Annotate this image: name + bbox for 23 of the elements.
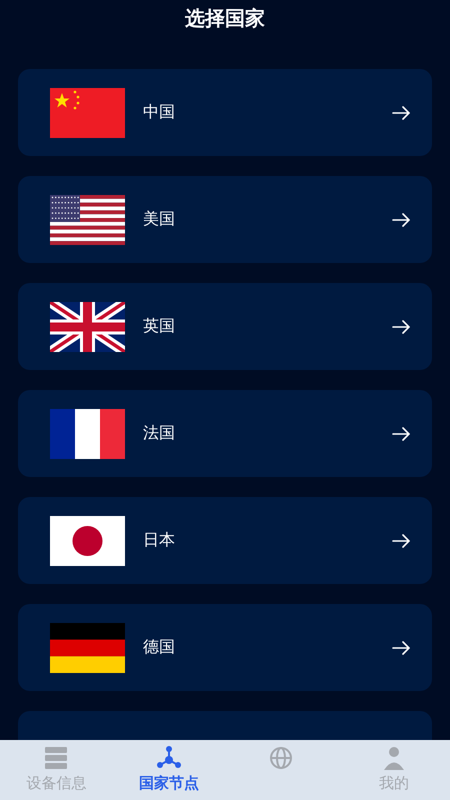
country-item[interactable]: 英国 [18, 283, 432, 370]
flag-icon [50, 408, 125, 458]
arrow-icon [392, 106, 410, 120]
tab[interactable]: 国家节点 [112, 740, 225, 800]
arrow-icon [392, 534, 410, 548]
page-title: 选择国家 [184, 5, 266, 32]
arrow-icon [392, 640, 410, 654]
flag-icon [50, 302, 125, 352]
country-item[interactable]: 法国 [18, 390, 432, 477]
country-item[interactable]: 美国 [18, 176, 432, 263]
flag-icon [50, 88, 125, 138]
globe-icon [268, 745, 294, 771]
arrow-icon [392, 212, 410, 226]
server-icon [43, 745, 70, 771]
flag-icon [50, 622, 125, 672]
country-item[interactable]: 日本 [18, 497, 432, 584]
flag-icon [50, 194, 125, 244]
arrow-icon [392, 426, 410, 440]
country-item[interactable]: 德国 [18, 604, 432, 691]
arrow-icon [392, 320, 410, 334]
network-icon [156, 745, 182, 771]
country-item[interactable]: 中国 [18, 69, 432, 156]
flag-icon [50, 516, 125, 566]
